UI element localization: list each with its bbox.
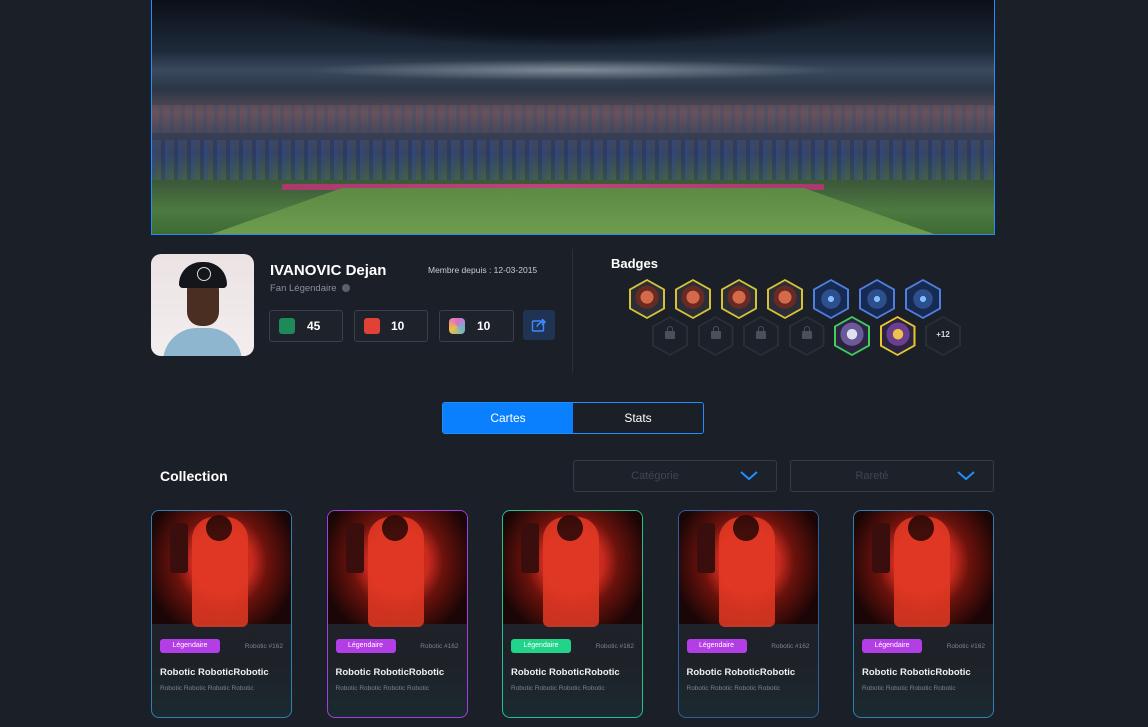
stadium-banner bbox=[151, 0, 995, 235]
member-since: Membre depuis : 12-03-2015 bbox=[428, 265, 538, 275]
view-tabs: Cartes Stats bbox=[442, 402, 704, 434]
card-title: Robotic RoboticRobotic bbox=[335, 667, 445, 678]
rarity-badge: Légendaire bbox=[160, 639, 220, 653]
badge-blue-icon[interactable] bbox=[905, 279, 941, 319]
tab-cartes[interactable]: Cartes bbox=[443, 403, 573, 433]
card-number: Robotic #162 bbox=[420, 643, 459, 650]
card-subtitle: Robotic Robotic Robotic Robotic bbox=[160, 685, 254, 692]
badge-green-icon[interactable] bbox=[834, 316, 870, 356]
card-title: Robotic RoboticRobotic bbox=[862, 667, 971, 678]
lock-icon bbox=[801, 326, 812, 339]
card-number: Robotic #162 bbox=[595, 643, 634, 650]
tab-stats[interactable]: Stats bbox=[573, 403, 703, 433]
avatar[interactable] bbox=[151, 254, 254, 356]
more-badges-count: +12 bbox=[936, 330, 950, 339]
lock-icon bbox=[756, 326, 766, 339]
collection-card[interactable]: Légendaire Robotic #162 Robotic RoboticRob… bbox=[502, 510, 643, 718]
stadium-lights bbox=[152, 40, 994, 90]
more-badges-button[interactable]: +12 bbox=[925, 316, 961, 356]
chevron-down-icon bbox=[740, 471, 758, 481]
collection-card[interactable]: Légendaire Robotic #162 Robotic RoboticRob… bbox=[151, 510, 292, 718]
share-button[interactable] bbox=[523, 310, 555, 340]
card-subtitle: Robotic Robotic Robotic Robotic bbox=[335, 685, 430, 692]
fan-level: Fan Légendaire bbox=[270, 283, 350, 294]
rarity-badge: Légendaire bbox=[511, 639, 571, 653]
collection-title: Collection bbox=[160, 468, 228, 484]
rarity-badge: Légendaire bbox=[686, 639, 747, 653]
gem-icon bbox=[449, 318, 465, 334]
badge-gold-icon[interactable] bbox=[675, 279, 711, 319]
stat-stadiums[interactable]: 45 bbox=[269, 310, 343, 342]
collection-card[interactable]: Légendaire Robotic #162 Robotic RoboticRob… bbox=[677, 510, 819, 718]
stat-cards[interactable]: 10 bbox=[354, 310, 428, 342]
card-title: Robotic RoboticRobotic bbox=[686, 667, 796, 678]
section-divider bbox=[572, 249, 573, 373]
rarity-select[interactable]: Rareté bbox=[790, 460, 994, 492]
locked-badge-icon bbox=[788, 316, 825, 356]
card-artwork bbox=[854, 511, 993, 627]
stadium-crowd-lower bbox=[152, 140, 994, 180]
card-subtitle: Robotic Robotic Robotic Robotic bbox=[511, 685, 605, 692]
locked-badge-icon bbox=[743, 316, 779, 356]
lock-icon bbox=[665, 326, 675, 339]
badge-gold-icon[interactable] bbox=[629, 279, 665, 319]
stadium-icon bbox=[279, 318, 295, 334]
card-number: Robotic #162 bbox=[244, 643, 283, 650]
rarity-badge: Légendaire bbox=[862, 639, 922, 653]
collection-card[interactable]: Légendaire Robotic #162 Robotic RoboticRob… bbox=[326, 510, 468, 718]
level-info-icon[interactable] bbox=[341, 284, 350, 292]
stadium-pitch bbox=[212, 188, 934, 234]
locked-badge-icon bbox=[652, 316, 688, 356]
lock-icon bbox=[710, 326, 721, 339]
locked-badge-icon bbox=[697, 316, 734, 356]
card-title: Robotic RoboticRobotic bbox=[160, 667, 269, 678]
card-artwork bbox=[678, 511, 818, 627]
share-icon bbox=[531, 318, 546, 332]
card-number: Robotic #162 bbox=[771, 643, 810, 650]
card-artwork bbox=[327, 511, 467, 627]
rarity-badge: Légendaire bbox=[335, 639, 396, 653]
badge-gold-icon[interactable] bbox=[767, 279, 803, 319]
chevron-down-icon bbox=[957, 471, 975, 481]
card-subtitle: Robotic Robotic Robotic Robotic bbox=[686, 685, 781, 692]
badge-blue-icon[interactable] bbox=[813, 279, 849, 319]
profile-name: IVANOVIC Dejan bbox=[270, 262, 387, 279]
badge-gold2-icon[interactable] bbox=[879, 316, 916, 356]
card-subtitle: Robotic Robotic Robotic Robotic bbox=[862, 685, 956, 692]
stadium-crowd-upper bbox=[152, 105, 994, 133]
cards-icon bbox=[364, 318, 380, 334]
card-artwork bbox=[503, 511, 642, 627]
badges-title: Badges bbox=[611, 256, 658, 271]
card-title: Robotic RoboticRobotic bbox=[511, 667, 620, 678]
category-select[interactable]: Catégorie bbox=[573, 460, 777, 492]
badge-gold-icon[interactable] bbox=[721, 279, 757, 319]
stat-gems[interactable]: 10 bbox=[439, 310, 514, 342]
card-artwork bbox=[152, 511, 291, 627]
collection-card[interactable]: Légendaire Robotic #162 Robotic RoboticRob… bbox=[853, 510, 994, 718]
card-number: Robotic #162 bbox=[946, 643, 985, 650]
badge-blue-icon[interactable] bbox=[859, 279, 895, 319]
